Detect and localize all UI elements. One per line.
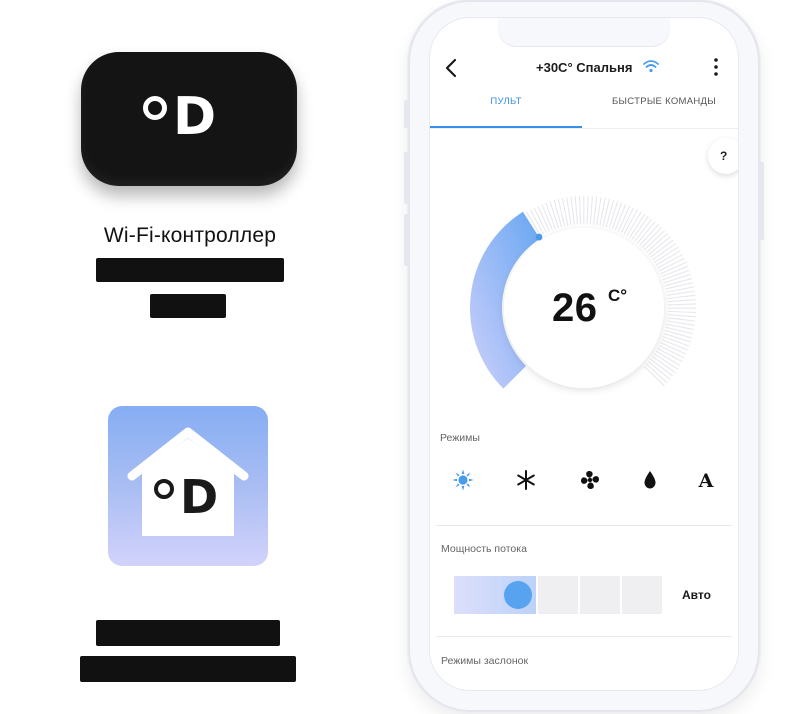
dial-tick <box>578 196 582 225</box>
dial-tick <box>634 218 653 242</box>
dial-tick <box>549 201 559 229</box>
divider <box>436 636 732 637</box>
dial-tick <box>667 317 696 322</box>
flow-auto-button[interactable]: Авто <box>682 588 711 602</box>
temperature-value: 26 <box>552 286 598 330</box>
flow-power-segment[interactable] <box>622 576 662 614</box>
modes-label: Режимы <box>440 432 480 444</box>
obscured-caption-line <box>150 294 226 318</box>
dial-tick <box>650 239 674 258</box>
dial-tick <box>637 221 656 244</box>
flow-power-slider[interactable] <box>454 576 664 614</box>
dial-tick <box>586 196 589 225</box>
tab-quick-commands[interactable]: БЫСТРЫЕ КОМАНДЫ <box>590 96 738 126</box>
dial-tick <box>644 229 666 251</box>
flow-power-knob[interactable] <box>504 581 532 609</box>
app-screen: +30C° Спальня ПУЛЬТ БЫСТРЫЕ КОМАНДЫ ? 26… <box>430 18 738 690</box>
dial-tick <box>574 196 578 225</box>
device-title: +30C° Спальня <box>536 60 633 75</box>
back-arrow-icon[interactable] <box>440 54 464 82</box>
brand-logo: D <box>154 474 218 520</box>
dial-tick <box>641 226 663 248</box>
tab-bar: ПУЛЬТ БЫСТРЫЕ КОМАНДЫ <box>430 96 738 129</box>
flow-power-segment[interactable] <box>538 576 578 614</box>
dial-tick <box>667 299 696 303</box>
dial-tick <box>652 356 676 374</box>
logo-letter: D <box>173 87 217 147</box>
side-button <box>404 214 409 266</box>
phone-frame: +30C° Спальня ПУЛЬТ БЫСТРЫЕ КОМАНДЫ ? 26… <box>404 0 764 712</box>
dial-tick <box>648 236 671 255</box>
obscured-caption-line <box>96 258 284 282</box>
divider <box>436 525 732 526</box>
dial-tick <box>639 224 659 246</box>
flow-power-label: Мощность потока <box>441 543 527 555</box>
side-button <box>404 100 409 128</box>
app-icon: D <box>108 406 268 566</box>
fan-icon[interactable] <box>578 468 602 492</box>
sun-icon[interactable] <box>451 468 475 492</box>
auto-icon[interactable]: A <box>694 468 718 492</box>
app-header: +30C° Спальня <box>430 48 738 88</box>
dial-tick <box>663 333 691 343</box>
temperature-unit: C° <box>608 286 628 305</box>
flow-power-segment[interactable] <box>580 576 620 614</box>
dial-tick <box>650 358 674 377</box>
obscured-caption-line <box>80 656 296 682</box>
degree-circle-icon <box>143 96 167 120</box>
more-vertical-icon[interactable] <box>712 56 720 78</box>
snowflake-icon[interactable] <box>514 468 538 492</box>
brand-logo: D <box>143 87 217 147</box>
dial-tick <box>605 199 615 228</box>
dial-tick <box>648 361 671 380</box>
dial-tick <box>664 277 693 287</box>
shutter-modes-label: Режимы заслонок <box>441 655 529 667</box>
device-caption: Wi-Fi-контроллер <box>103 224 277 247</box>
dial-tick <box>667 314 696 318</box>
wifi-controller-device: D <box>81 52 297 186</box>
dial-tick <box>652 243 676 261</box>
dial-tick <box>608 201 619 229</box>
dial-tick <box>589 196 593 225</box>
dial-tick <box>592 196 598 225</box>
auto-mode-letter: A <box>698 470 714 492</box>
side-button <box>759 162 764 240</box>
dial-tick <box>663 273 691 284</box>
dial-tick <box>667 310 696 314</box>
help-button[interactable]: ? <box>708 138 738 174</box>
wifi-icon <box>643 60 659 73</box>
dial-tick <box>667 303 696 306</box>
flow-power-active-segment <box>454 576 536 614</box>
dial-tick <box>667 294 696 300</box>
dial-handle[interactable] <box>535 233 543 241</box>
dial-tick <box>631 216 649 240</box>
phone-notch <box>498 18 670 46</box>
tab-remote[interactable]: ПУЛЬТ <box>430 96 582 128</box>
obscured-caption-line <box>96 620 280 646</box>
dial-tick <box>570 196 575 225</box>
logo-letter: D <box>180 470 219 524</box>
degree-circle-icon <box>154 479 174 499</box>
dial-tick <box>646 363 668 384</box>
dial-tick <box>643 366 665 387</box>
side-button <box>404 152 409 204</box>
dial-tick <box>646 233 668 253</box>
drop-icon[interactable] <box>638 468 662 492</box>
dial-tick <box>553 199 563 228</box>
dial-tick <box>664 329 693 339</box>
